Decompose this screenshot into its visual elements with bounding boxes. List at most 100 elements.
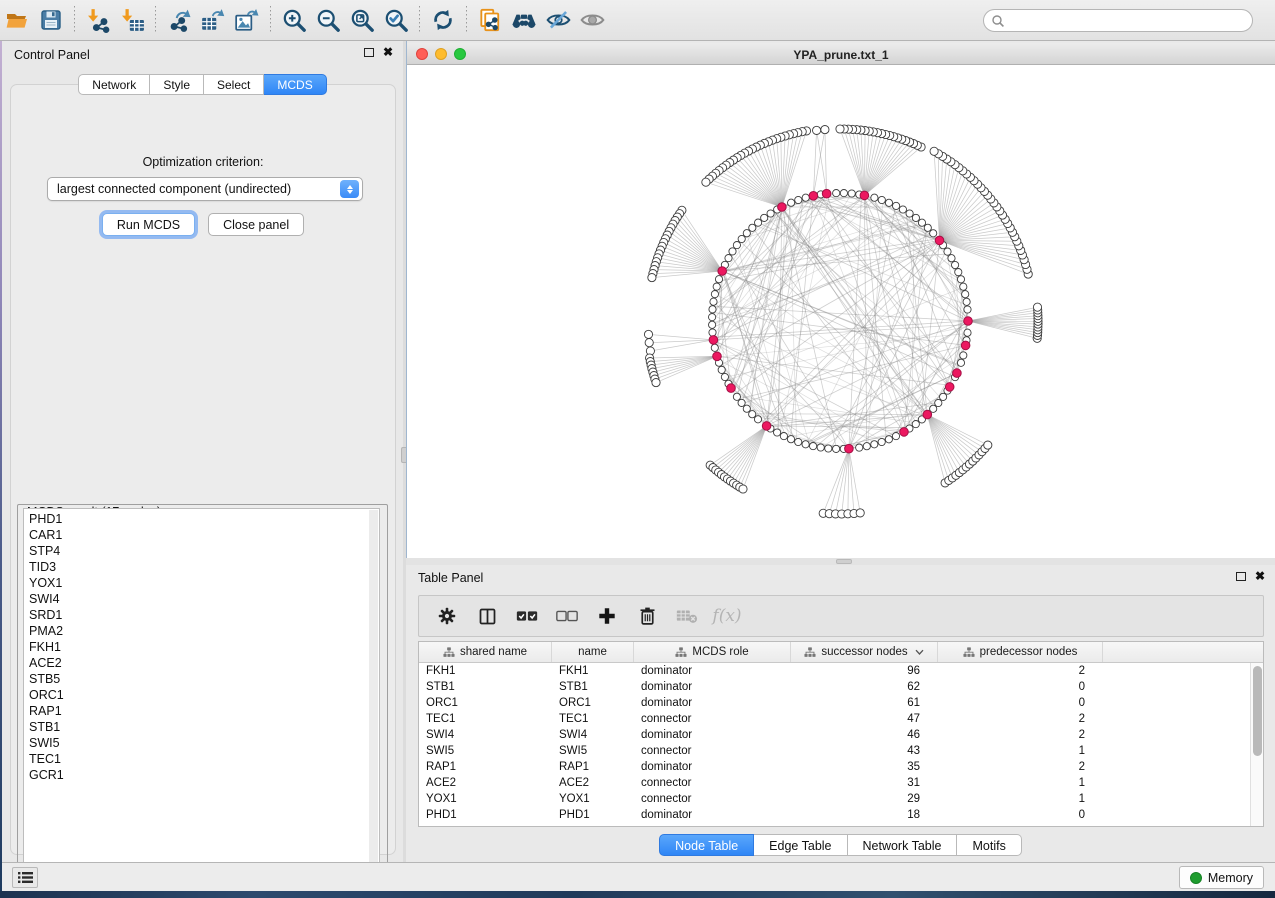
table-row[interactable]: YOX1YOX1connector291 <box>419 791 1263 807</box>
table-row[interactable]: PHD1PHD1dominator180 <box>419 807 1263 823</box>
refresh-layout-icon[interactable] <box>426 4 460 36</box>
table-cell: TEC1 <box>419 713 552 725</box>
network-titlebar[interactable]: YPA_prune.txt_1 <box>407 43 1275 65</box>
hide-selection-icon[interactable] <box>541 4 575 36</box>
mcds-result-item[interactable]: YOX1 <box>29 575 64 591</box>
clone-network-icon[interactable] <box>473 4 507 36</box>
zoom-out-icon[interactable] <box>311 4 345 36</box>
horizontal-splitter[interactable] <box>406 558 1275 565</box>
table-row[interactable]: RAP1RAP1dominator352 <box>419 759 1263 775</box>
export-table-icon[interactable] <box>196 4 230 36</box>
tab-node-table[interactable]: Node Table <box>659 834 754 856</box>
float-panel-icon[interactable] <box>364 48 374 57</box>
mcds-result-item[interactable]: ORC1 <box>29 687 64 703</box>
mcds-result-item[interactable]: PHD1 <box>29 511 64 527</box>
tab-edge-table[interactable]: Edge Table <box>754 834 847 856</box>
show-columns-icon[interactable] <box>469 599 505 633</box>
delete-columns-icon[interactable] <box>629 599 665 633</box>
mcds-result-item[interactable]: SWI5 <box>29 735 64 751</box>
table-row[interactable]: FKH1FKH1dominator962 <box>419 663 1263 679</box>
table-scrollbar-thumb[interactable] <box>1253 666 1262 756</box>
column-header-predecessor-nodes[interactable]: predecessor nodes <box>938 642 1103 662</box>
table-cell: 43 <box>791 745 938 757</box>
column-header-name[interactable]: name <box>552 642 634 662</box>
mcds-result-item[interactable]: ACE2 <box>29 655 64 671</box>
table-row[interactable]: STB1STB1dominator620 <box>419 679 1263 695</box>
deselect-all-icon[interactable] <box>549 599 585 633</box>
control-panel: Control Panel ✖ Optimization criterion: … <box>2 41 403 862</box>
run-mcds-button[interactable]: Run MCDS <box>102 213 195 236</box>
table-cell: SWI4 <box>552 729 634 741</box>
mcds-result-listbox[interactable]: PHD1CAR1STP4TID3YOX1SWI4SRD1PMA2FKH1ACE2… <box>23 508 380 864</box>
zoom-selected-icon[interactable] <box>379 4 413 36</box>
zoom-fit-icon[interactable] <box>345 4 379 36</box>
tab-motifs[interactable]: Motifs <box>957 834 1021 856</box>
network-graph[interactable] <box>407 65 1275 558</box>
desktop-wallpaper <box>0 891 1275 898</box>
search-input[interactable] <box>1005 13 1235 29</box>
column-header-shared-name[interactable]: shared name <box>419 642 552 662</box>
mcds-result-item[interactable]: PMA2 <box>29 623 64 639</box>
select-all-icon[interactable] <box>509 599 545 633</box>
table-cell: STB1 <box>552 681 634 693</box>
mcds-result-item[interactable]: STB5 <box>29 671 64 687</box>
tab-mcds[interactable]: MCDS <box>264 74 326 95</box>
table-cell: dominator <box>634 761 791 773</box>
mcds-result-item[interactable]: SRD1 <box>29 607 64 623</box>
float-panel-icon[interactable] <box>1236 572 1246 581</box>
mcds-result-item[interactable]: SWI4 <box>29 591 64 607</box>
table-cell: RAP1 <box>552 761 634 773</box>
import-network-icon[interactable] <box>81 4 115 36</box>
table-cell: 46 <box>791 729 938 741</box>
import-table-icon[interactable] <box>115 4 149 36</box>
tab-select[interactable]: Select <box>204 74 264 95</box>
memory-button[interactable]: Memory <box>1179 866 1264 889</box>
criterion-dropdown[interactable]: largest connected component (undirected) <box>47 177 363 201</box>
mcds-result-item[interactable]: CAR1 <box>29 527 64 543</box>
mcds-result-item[interactable]: STP4 <box>29 543 64 559</box>
export-network-icon[interactable] <box>162 4 196 36</box>
close-panel-icon[interactable]: ✖ <box>1255 571 1265 581</box>
table-row[interactable]: ORC1ORC1dominator610 <box>419 695 1263 711</box>
table-row[interactable]: SWI5SWI5connector431 <box>419 743 1263 759</box>
status-bar: Memory <box>0 862 1275 891</box>
table-row[interactable]: ACE2ACE2connector311 <box>419 775 1263 791</box>
search-network-icon[interactable] <box>507 4 541 36</box>
task-history-button[interactable] <box>12 867 38 888</box>
column-header-successor-nodes[interactable]: successor nodes <box>791 642 938 662</box>
table-cell: YOX1 <box>419 793 552 805</box>
mcds-result-item[interactable]: GCR1 <box>29 767 64 783</box>
table-scrollbar[interactable] <box>1250 663 1263 827</box>
tab-network-table[interactable]: Network Table <box>848 834 958 856</box>
delete-table-icon[interactable] <box>669 599 705 633</box>
save-session-icon[interactable] <box>34 4 68 36</box>
mcds-result-item[interactable]: RAP1 <box>29 703 64 719</box>
mcds-result-item[interactable]: TID3 <box>29 559 64 575</box>
tab-network[interactable]: Network <box>78 74 150 95</box>
table-row[interactable]: TEC1TEC1connector472 <box>419 711 1263 727</box>
sort-desc-icon <box>915 649 924 655</box>
table-cell: SWI5 <box>552 745 634 757</box>
open-session-icon[interactable] <box>0 4 34 36</box>
export-image-icon[interactable] <box>230 4 264 36</box>
mcds-result-item[interactable]: STB1 <box>29 719 64 735</box>
function-builder-icon[interactable]: f(x) <box>709 599 745 633</box>
table-body: FKH1FKH1dominator962STB1STB1dominator620… <box>419 663 1263 823</box>
network-search-box[interactable] <box>983 9 1253 32</box>
zoom-in-icon[interactable] <box>277 4 311 36</box>
column-header-MCDS-role[interactable]: MCDS role <box>634 642 791 662</box>
close-panel-icon[interactable]: ✖ <box>383 47 393 57</box>
close-panel-button[interactable]: Close panel <box>208 213 304 236</box>
mcds-result-item[interactable]: FKH1 <box>29 639 64 655</box>
table-cell: dominator <box>634 697 791 709</box>
table-cell: STB1 <box>419 681 552 693</box>
tab-style[interactable]: Style <box>150 74 204 95</box>
mcds-result-item[interactable]: TEC1 <box>29 751 64 767</box>
result-scrollbar[interactable] <box>369 510 378 864</box>
table-settings-gear-icon[interactable] <box>429 599 465 633</box>
show-selection-icon[interactable] <box>575 4 609 36</box>
control-panel-tabs: NetworkStyleSelectMCDS <box>2 74 403 95</box>
table-row[interactable]: SWI4SWI4dominator462 <box>419 727 1263 743</box>
splitter-grip[interactable] <box>836 559 852 564</box>
add-column-icon[interactable] <box>589 599 625 633</box>
